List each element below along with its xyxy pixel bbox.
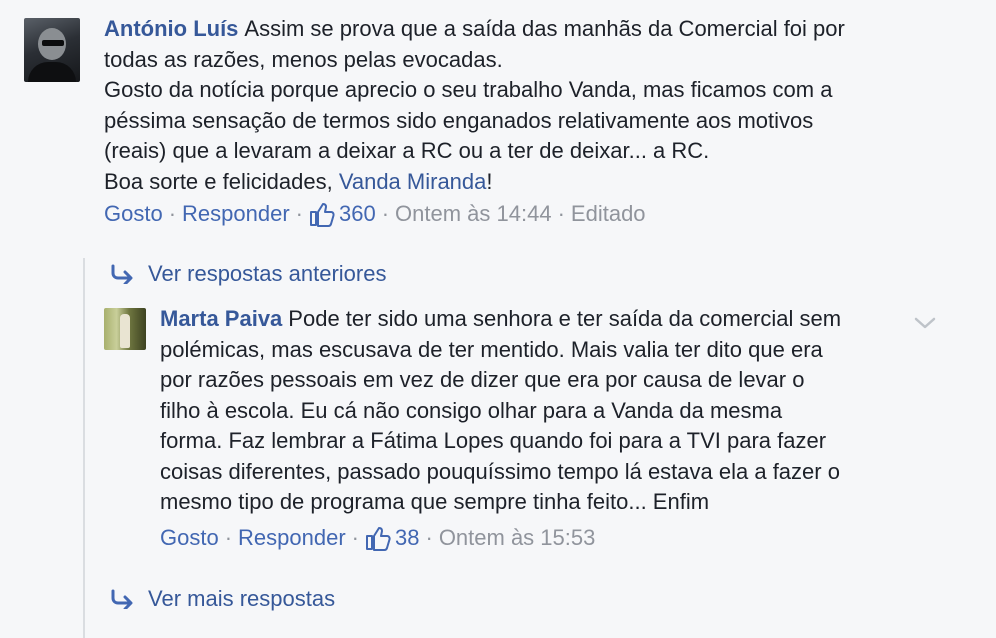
reply-button[interactable]: Responder (182, 200, 290, 228)
separator: · (425, 524, 433, 550)
chevron-down-icon[interactable] (914, 316, 936, 330)
separator: · (224, 524, 233, 550)
view-previous-replies[interactable]: Ver respostas anteriores (110, 260, 386, 288)
thumbs-up-icon[interactable] (365, 525, 391, 551)
view-more-replies[interactable]: Ver mais respostas (110, 585, 335, 613)
reaction-count[interactable]: 38 (395, 524, 419, 552)
separator: · (295, 201, 303, 226)
comment-actions: Gosto · Responder · 360 · Ontem às 14:44… (104, 200, 845, 228)
separator: · (168, 201, 177, 226)
timestamp[interactable]: Ontem às 15:53 (439, 524, 596, 552)
comment-author[interactable]: Marta Paiva (160, 306, 282, 331)
reply-button[interactable]: Responder (238, 524, 346, 552)
mention-link[interactable]: Vanda Miranda (339, 169, 487, 194)
view-more-replies-label[interactable]: Ver mais respostas (148, 585, 335, 613)
like-button[interactable]: Gosto (104, 200, 163, 228)
view-previous-replies-label[interactable]: Ver respostas anteriores (148, 260, 386, 288)
like-button[interactable]: Gosto (160, 524, 219, 552)
comment-content: Marta Paiva Pode ter sido uma senhora e t… (160, 304, 841, 552)
comment-actions: Gosto · Responder · 38 · Ontem às 15:53 (160, 524, 841, 552)
separator: · (557, 201, 565, 226)
reply-arrow-icon (111, 264, 133, 284)
reply-arrow-icon (111, 589, 133, 609)
thumbs-up-icon[interactable] (309, 201, 335, 227)
comment-text: Assim se prova que a saída das manhãs da… (104, 16, 845, 194)
comment-body: Marta Paiva Pode ter sido uma senhora e t… (160, 304, 841, 518)
comment-body: António Luís Assim se prova que a saída d… (104, 14, 845, 197)
comment-content: António Luís Assim se prova que a saída d… (104, 14, 845, 228)
edited-label[interactable]: Editado (571, 200, 646, 228)
comment-text-end: ! (486, 168, 493, 194)
separator: · (381, 201, 390, 226)
reply-thread-line (83, 258, 85, 638)
separator: · (351, 524, 359, 550)
comment-text: Pode ter sido uma senhora e ter saída da… (160, 306, 842, 514)
comment-author[interactable]: António Luís (104, 16, 238, 41)
reaction-count[interactable]: 360 (339, 200, 376, 228)
timestamp[interactable]: Ontem às 14:44 (395, 200, 552, 228)
avatar[interactable] (104, 308, 146, 350)
avatar[interactable] (24, 18, 80, 82)
